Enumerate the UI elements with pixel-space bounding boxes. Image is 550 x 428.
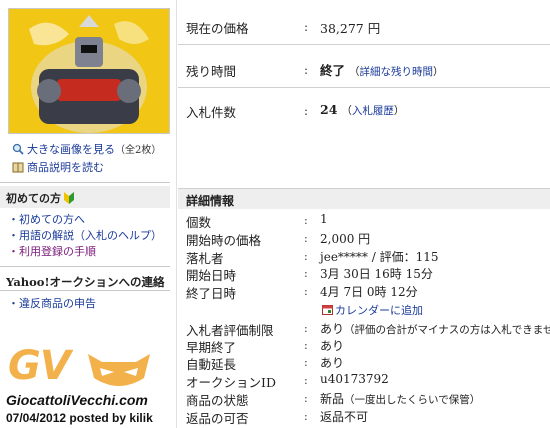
- first-time-title: 初めての方: [6, 192, 61, 205]
- divider: [178, 44, 550, 45]
- glossary-label[interactable]: 用語の解説（入札のヘルプ）: [19, 229, 162, 242]
- posted-by: 07/04/2012 posted by kilik: [6, 411, 153, 425]
- bid-history-link[interactable]: 入札履歴: [352, 105, 394, 117]
- gv-logo: GV: [8, 343, 71, 389]
- current-price: 38,277 円: [320, 21, 381, 36]
- report-violation-label[interactable]: 違反商品の申告: [19, 297, 96, 310]
- colon: :: [304, 20, 309, 34]
- detail-label: 自動延長: [186, 357, 237, 372]
- robot-toy-image: [9, 9, 169, 133]
- remaining-value-row: 終了 （詳細な残り時間）: [320, 63, 444, 78]
- colon: :: [304, 410, 308, 423]
- first-time-guide-label[interactable]: 初めての方へ: [19, 213, 85, 226]
- colon: :: [304, 392, 308, 405]
- colon: :: [304, 214, 308, 227]
- detail-label: 商品の状態: [186, 393, 249, 408]
- detail-label: 開始時の価格: [186, 233, 262, 248]
- add-to-calendar-label[interactable]: カレンダーに追加: [335, 304, 423, 317]
- colon: :: [304, 374, 308, 387]
- auto-extend-value: あり: [320, 356, 345, 370]
- report-violation-link[interactable]: ・違反商品の申告: [8, 295, 96, 311]
- colon: :: [304, 63, 309, 77]
- first-time-header: 初めての方: [0, 186, 170, 208]
- site-name: GiocattoliVecchi.com: [6, 392, 148, 408]
- colon: :: [304, 339, 308, 352]
- colon: :: [304, 356, 308, 369]
- bidder-rating-limit-value: あり（評価の合計がマイナスの方は入札できません）: [320, 320, 550, 337]
- colon: :: [304, 322, 308, 335]
- remaining-detail-link[interactable]: 詳細な残り時間: [360, 66, 434, 78]
- item-condition: 新品: [320, 392, 345, 406]
- image-count: （全2枚）: [115, 145, 162, 156]
- book-icon: [12, 161, 24, 173]
- beginner-mark-icon: [64, 192, 74, 204]
- details-header: 詳細情報: [178, 188, 550, 209]
- bids-label: 入札件数: [186, 105, 237, 120]
- early-end-value: あり: [320, 339, 345, 353]
- returns-value: 返品不可: [320, 410, 369, 424]
- start-datetime-value: 3月 30日 16時 15分: [320, 267, 433, 281]
- bids-value-row: 24 （入札履歴）: [320, 102, 405, 117]
- detail-label: 返品の可否: [186, 411, 249, 426]
- divider: [0, 266, 170, 267]
- add-to-calendar-link[interactable]: カレンダーに追加: [322, 302, 423, 318]
- item-condition-note: （一度出したくらいで保管）: [344, 394, 481, 406]
- registration-steps-label[interactable]: 利用登録の手順: [19, 245, 96, 258]
- read-description-label[interactable]: 商品説明を読む: [27, 161, 104, 174]
- remaining-label: 残り時間: [186, 64, 237, 79]
- detail-label: 個数: [186, 215, 212, 230]
- colon: :: [304, 232, 308, 245]
- glossary-link[interactable]: ・用語の解説（入札のヘルプ）: [8, 227, 162, 243]
- bidder-rating-limit: あり: [320, 322, 345, 336]
- mask-logo-icon: [86, 352, 152, 393]
- colon: :: [304, 285, 308, 298]
- detail-label: 終了日時: [186, 286, 237, 301]
- details-title: 詳細情報: [186, 194, 235, 208]
- calendar-icon: [322, 304, 333, 315]
- enlarge-image-label[interactable]: 大きな画像を見る: [27, 143, 115, 156]
- read-description-link[interactable]: 商品説明を読む: [12, 159, 104, 175]
- remaining-value: 終了: [320, 63, 346, 78]
- product-thumbnail[interactable]: [8, 8, 170, 134]
- first-time-guide-link[interactable]: ・初めての方へ: [8, 211, 85, 227]
- column-divider: [176, 0, 177, 428]
- contact-title: Yahoo!オークションへの連絡: [6, 275, 165, 289]
- colon: :: [304, 267, 308, 280]
- magnifier-icon: [12, 143, 24, 155]
- divider: [0, 290, 170, 291]
- bids-count: 24: [320, 102, 338, 117]
- bidder-rating-note: （評価の合計がマイナスの方は入札できません）: [344, 324, 550, 336]
- registration-steps-link[interactable]: ・利用登録の手順: [8, 243, 96, 259]
- contact-header: Yahoo!オークションへの連絡: [0, 270, 170, 292]
- starting-price-value: 2,000 円: [320, 232, 371, 246]
- detail-label: 開始日時: [186, 268, 237, 283]
- item-condition-value: 新品（一度出したくらいで保管）: [320, 390, 480, 407]
- quantity-value: 1: [320, 212, 328, 226]
- detail-label: オークションID: [186, 375, 276, 390]
- divider: [178, 87, 550, 88]
- end-datetime-value: 4月 7日 0時 12分: [320, 285, 418, 299]
- colon: :: [304, 250, 308, 263]
- auction-id-value: u40173792: [320, 372, 389, 386]
- divider: [0, 182, 170, 183]
- enlarge-image-link[interactable]: 大きな画像を見る（全2枚）: [12, 141, 161, 157]
- price-label: 現在の価格: [186, 21, 249, 36]
- winning-bidder-value: jee***** / 評価：115: [320, 250, 439, 264]
- colon: :: [304, 104, 309, 118]
